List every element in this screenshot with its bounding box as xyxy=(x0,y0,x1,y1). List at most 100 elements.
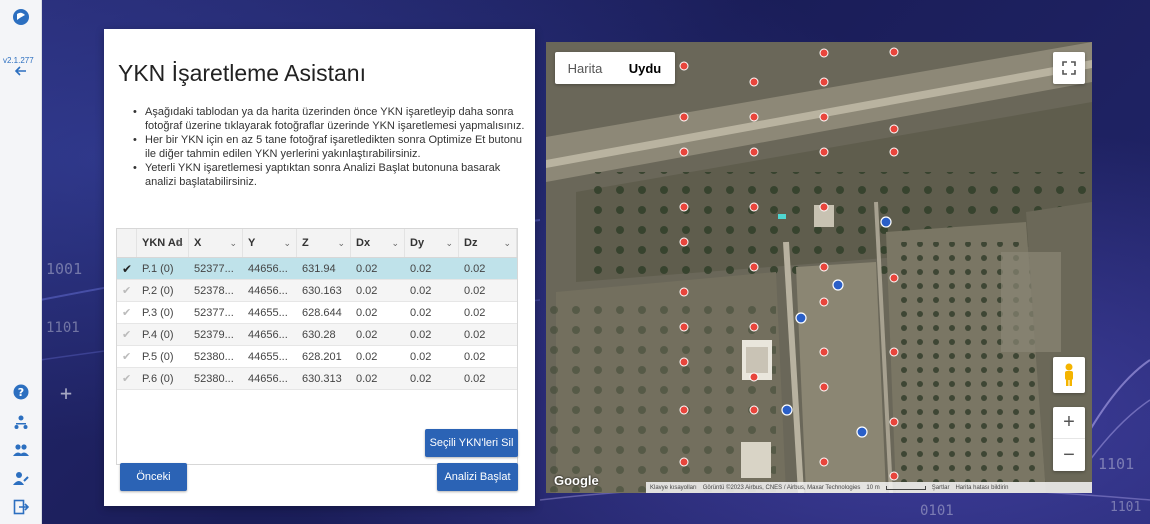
map-attribution: Klavye kısayolları Görüntü ©2023 Airbus,… xyxy=(646,482,1092,493)
table-row[interactable]: ✔ P.1 (0) 52377... 44656... 631.94 0.02 … xyxy=(117,258,517,280)
cell-dz: 0.02 xyxy=(464,372,486,385)
users-icon[interactable] xyxy=(11,442,31,462)
help-icon[interactable]: ? xyxy=(11,384,31,404)
map-marker xyxy=(679,287,689,297)
column-header-z[interactable]: Z ⌄ xyxy=(297,229,351,257)
row-checkbox[interactable]: ✔ xyxy=(117,346,137,367)
cell-x: 52377... xyxy=(194,306,234,319)
column-header-dz[interactable]: Dz ⌄ xyxy=(459,229,517,257)
page-title: YKN İşaretleme Asistanı xyxy=(118,60,366,86)
tab-map[interactable]: Harita xyxy=(555,52,615,84)
column-header-x[interactable]: X ⌄ xyxy=(189,229,243,257)
chevron-down-icon[interactable]: ⌄ xyxy=(229,238,237,249)
pegman-icon xyxy=(1065,363,1073,386)
user-tree-icon[interactable] xyxy=(11,414,31,434)
instruction-item: Aşağıdaki tablodan ya da harita üzerinde… xyxy=(133,105,528,133)
cell-dx: 0.02 xyxy=(356,306,378,319)
chevron-down-icon[interactable]: ⌄ xyxy=(445,238,453,249)
map-marker xyxy=(749,322,759,332)
sort-icon[interactable]: ⇅ xyxy=(175,238,183,249)
scale-label[interactable]: 10 m xyxy=(866,485,879,491)
camera-marker xyxy=(832,279,844,291)
delete-selected-button[interactable]: Seçili YKN'leri Sil xyxy=(425,429,518,457)
fullscreen-button[interactable] xyxy=(1053,52,1085,84)
map-marker xyxy=(889,147,899,157)
cell-dz: 0.02 xyxy=(464,328,486,341)
previous-button[interactable]: Önceki xyxy=(120,463,187,491)
cell-x: 52380... xyxy=(194,372,234,385)
chevron-down-icon[interactable]: ⌄ xyxy=(503,238,511,249)
cell-dx: 0.02 xyxy=(356,328,378,341)
table-row[interactable]: ✔ P.4 (0) 52379... 44656... 630.28 0.02 … xyxy=(117,324,517,346)
logout-icon[interactable] xyxy=(11,499,31,519)
cell-z: 630.313 xyxy=(302,372,342,385)
cell-dy: 0.02 xyxy=(410,328,432,341)
cell-dz: 0.02 xyxy=(464,350,486,363)
row-checkbox[interactable]: ✔ xyxy=(117,368,137,389)
row-checkbox[interactable]: ✔ xyxy=(117,280,137,301)
imagery-credit: Görüntü ©2023 Airbus, CNES / Airbus, Max… xyxy=(702,484,861,491)
column-header-y[interactable]: Y ⌄ xyxy=(243,229,297,257)
map-marker xyxy=(889,417,899,427)
row-checkbox[interactable]: ✔ xyxy=(117,324,137,345)
map-marker xyxy=(679,357,689,367)
user-edit-icon[interactable] xyxy=(11,470,31,490)
map-marker xyxy=(819,382,829,392)
back-arrow-icon[interactable] xyxy=(11,62,31,82)
cell-dz: 0.02 xyxy=(464,306,486,319)
map-marker xyxy=(749,112,759,122)
table-row[interactable]: ✔ P.2 (0) 52378... 44656... 630.163 0.02… xyxy=(117,280,517,302)
keyboard-shortcuts-link[interactable]: Klavye kısayolları xyxy=(650,485,697,491)
column-header-dy[interactable]: Dy ⌄ xyxy=(405,229,459,257)
sidebar: v2.1.277 ? xyxy=(0,0,42,524)
zoom-in-button[interactable]: + xyxy=(1053,407,1085,439)
tab-satellite[interactable]: Uydu xyxy=(615,52,675,84)
start-analysis-button[interactable]: Analizi Başlat xyxy=(437,463,518,491)
logo-icon[interactable] xyxy=(11,8,31,28)
street-view-button[interactable] xyxy=(1053,357,1085,393)
row-checkbox[interactable]: ✔ xyxy=(117,258,137,279)
table-row[interactable]: ✔ P.3 (0) 52377... 44655... 628.644 0.02… xyxy=(117,302,517,324)
column-header-name[interactable]: YKN Ad ⇅ xyxy=(137,229,189,257)
cell-x: 52380... xyxy=(194,350,234,363)
cell-dz: 0.02 xyxy=(464,284,486,297)
cell-y: 44656... xyxy=(248,328,288,341)
map-marker xyxy=(819,262,829,272)
camera-marker xyxy=(880,216,892,228)
map-marker xyxy=(749,262,759,272)
camera-marker xyxy=(795,312,807,324)
satellite-map[interactable]: Harita Uydu + − Google Klavye kısayollar… xyxy=(546,42,1092,493)
table-row[interactable]: ✔ P.5 (0) 52380... 44655... 628.201 0.02… xyxy=(117,346,517,368)
ykn-assistant-panel: YKN İşaretleme Asistanı Aşağıdaki tablod… xyxy=(104,29,535,506)
chevron-down-icon[interactable]: ⌄ xyxy=(337,238,345,249)
cell-dx: 0.02 xyxy=(356,372,378,385)
cell-z: 630.28 xyxy=(302,328,336,341)
chevron-down-icon[interactable]: ⌄ xyxy=(391,238,399,249)
camera-marker xyxy=(856,426,868,438)
selected-marker xyxy=(778,214,786,219)
cell-dy: 0.02 xyxy=(410,372,432,385)
svg-text:?: ? xyxy=(18,386,24,399)
row-checkbox[interactable]: ✔ xyxy=(117,302,137,323)
map-marker xyxy=(819,457,829,467)
terms-link[interactable]: Şartlar xyxy=(932,485,950,491)
report-error-link[interactable]: Harita hatası bildirin xyxy=(955,485,1008,491)
map-marker xyxy=(889,273,899,283)
select-all-checkbox[interactable] xyxy=(117,229,137,257)
map-marker xyxy=(749,77,759,87)
cell-name: P.4 (0) xyxy=(142,328,174,341)
map-marker xyxy=(679,112,689,122)
instruction-item: Yeterli YKN işaretlemesi yaptıktan sonra… xyxy=(133,161,528,189)
cell-z: 631.94 xyxy=(302,262,336,275)
column-header-dx[interactable]: Dx ⌄ xyxy=(351,229,405,257)
cell-name: P.2 (0) xyxy=(142,284,174,297)
map-marker xyxy=(679,405,689,415)
table-row[interactable]: ✔ P.6 (0) 52380... 44656... 630.313 0.02… xyxy=(117,368,517,390)
cell-dy: 0.02 xyxy=(410,262,432,275)
zoom-controls: + − xyxy=(1053,407,1085,471)
instruction-item: Her bir YKN için en az 5 tane fotoğraf i… xyxy=(133,133,528,161)
cell-dy: 0.02 xyxy=(410,284,432,297)
map-marker xyxy=(819,202,829,212)
zoom-out-button[interactable]: − xyxy=(1053,439,1085,471)
chevron-down-icon[interactable]: ⌄ xyxy=(283,238,291,249)
